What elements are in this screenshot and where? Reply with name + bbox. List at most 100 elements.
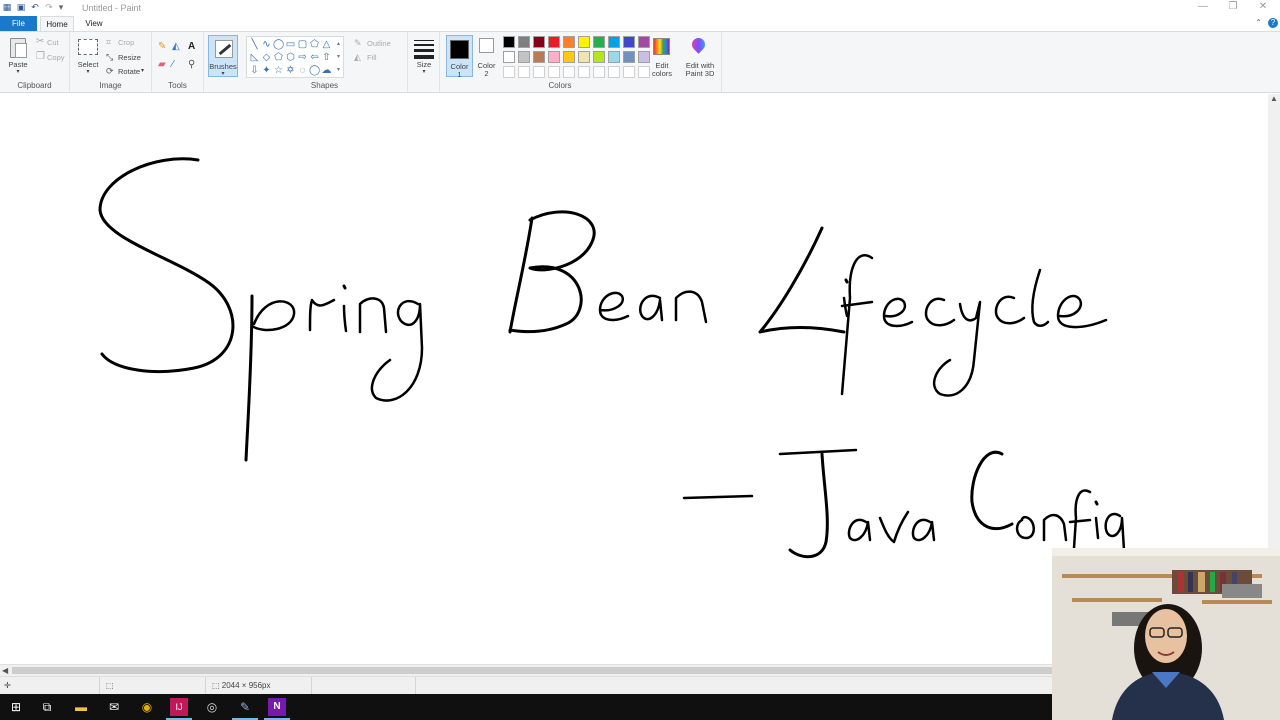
palette-swatch[interactable] (548, 66, 560, 78)
mail-icon[interactable]: ✉ (105, 698, 123, 716)
right-triangle-shape-icon[interactable]: ◺ (249, 52, 260, 63)
palette-swatch[interactable] (503, 36, 515, 48)
palette-swatch[interactable] (563, 51, 575, 63)
edit-colors-label-2[interactable]: colors (646, 69, 678, 78)
four-point-star-shape-icon[interactable]: ✦ (261, 65, 272, 76)
right-arrow-shape-icon[interactable]: ⇨ (297, 52, 308, 63)
five-point-star-shape-icon[interactable]: ☆ (273, 65, 284, 76)
line-shape-icon[interactable]: ╲ (249, 39, 260, 50)
oval-shape-icon[interactable]: ◯ (273, 39, 284, 50)
shapes-more-icon[interactable]: ▾ (333, 65, 344, 76)
rounded-callout-shape-icon[interactable]: ◌ (297, 65, 308, 76)
task-view-icon[interactable]: ⧉ (38, 698, 56, 716)
eraser-icon[interactable]: ▰ (158, 60, 166, 70)
palette-swatch[interactable] (518, 36, 530, 48)
crop-label[interactable]: Crop (118, 38, 134, 47)
intellij-icon[interactable]: IJ (166, 698, 192, 720)
color-picker-icon[interactable]: ⁄ (172, 60, 174, 70)
collapse-ribbon-icon[interactable]: ⌃ (1255, 18, 1262, 27)
close-button[interactable]: ✕ (1248, 1, 1278, 12)
fill-label[interactable]: Fill (367, 53, 377, 62)
maximize-button[interactable]: ❐ (1218, 1, 1248, 12)
rotate-label[interactable]: Rotate (118, 67, 140, 76)
left-arrow-shape-icon[interactable]: ⇦ (309, 52, 320, 63)
fill-bucket-icon[interactable]: ◭ (172, 42, 180, 52)
redo-icon[interactable]: ↷ (44, 2, 54, 12)
palette-swatch[interactable] (503, 51, 515, 63)
up-arrow-shape-icon[interactable]: ⇧ (321, 52, 332, 63)
tab-home[interactable]: Home (40, 16, 74, 32)
palette-swatch[interactable] (518, 66, 530, 78)
oval-callout-shape-icon[interactable]: ◯ (309, 65, 320, 76)
undo-icon[interactable]: ↶ (30, 2, 40, 12)
palette-swatch[interactable] (623, 66, 635, 78)
palette-swatch[interactable] (578, 36, 590, 48)
copy-label[interactable]: Copy (47, 53, 65, 62)
rotate-chevron-icon[interactable]: ▾ (141, 67, 144, 74)
scroll-up-icon[interactable]: ▲ (1270, 94, 1278, 103)
horizontal-scroll-thumb[interactable] (12, 667, 1052, 674)
paste-icon[interactable] (10, 38, 27, 58)
text-icon[interactable]: A (188, 42, 195, 52)
pentagon-shape-icon[interactable]: ⬠ (273, 52, 284, 63)
pencil-icon[interactable]: ✎ (158, 42, 166, 52)
paint-3d-icon[interactable] (691, 38, 707, 56)
palette-swatch[interactable] (503, 66, 515, 78)
palette-swatch[interactable] (548, 51, 560, 63)
file-explorer-icon[interactable]: ▬ (72, 698, 90, 716)
palette-swatch[interactable] (593, 66, 605, 78)
six-point-star-shape-icon[interactable]: ✡ (285, 65, 296, 76)
palette-swatch[interactable] (518, 51, 530, 63)
triangle-shape-icon[interactable]: △ (321, 39, 332, 50)
outline-label[interactable]: Outline (367, 39, 391, 48)
diamond-shape-icon[interactable]: ◇ (261, 52, 272, 63)
chrome-icon[interactable]: ◉ (138, 698, 156, 716)
customize-chevron-icon[interactable]: ▾ (58, 2, 64, 12)
paste-chevron-icon[interactable]: ▾ (4, 68, 32, 75)
cut-label[interactable]: Cut (47, 38, 59, 47)
palette-swatch[interactable] (578, 66, 590, 78)
rectangle-shape-icon[interactable]: ▭ (285, 39, 296, 50)
palette-swatch[interactable] (563, 66, 575, 78)
brushes-button[interactable]: Brushes ▾ (208, 35, 238, 77)
onenote-icon[interactable]: N (264, 698, 290, 720)
palette-swatch[interactable] (593, 51, 605, 63)
tab-file[interactable]: File (0, 16, 37, 32)
palette-swatch[interactable] (563, 36, 575, 48)
edit-paint3d-label-2[interactable]: Paint 3D (680, 69, 720, 78)
palette-swatch[interactable] (548, 36, 560, 48)
palette-swatch[interactable] (533, 66, 545, 78)
cloud-callout-shape-icon[interactable]: ☁ (321, 65, 332, 76)
scroll-left-icon[interactable]: ◀ (2, 666, 8, 675)
palette-swatch[interactable] (608, 51, 620, 63)
select-chevron-icon[interactable]: ▾ (73, 68, 103, 75)
minimize-button[interactable]: — (1188, 1, 1218, 12)
obs-icon[interactable]: ◎ (203, 698, 221, 716)
tab-view[interactable]: View (78, 16, 110, 32)
palette-swatch[interactable] (578, 51, 590, 63)
palette-swatch[interactable] (533, 51, 545, 63)
palette-swatch[interactable] (593, 36, 605, 48)
hexagon-shape-icon[interactable]: ⬡ (285, 52, 296, 63)
down-arrow-shape-icon[interactable]: ⇩ (249, 65, 260, 76)
shapes-scroll-up-icon[interactable]: ▴ (333, 39, 344, 50)
resize-label[interactable]: Resize (118, 53, 141, 62)
palette-swatch[interactable] (608, 36, 620, 48)
palette-swatch[interactable] (623, 51, 635, 63)
palette-swatch[interactable] (638, 36, 650, 48)
save-icon[interactable]: ▣ (16, 2, 26, 12)
windows-start-icon[interactable]: ⊞ (7, 698, 25, 716)
size-icon[interactable] (414, 40, 434, 62)
magnifier-icon[interactable]: ⚲ (188, 60, 195, 70)
polygon-shape-icon[interactable]: ⬠ (309, 39, 320, 50)
help-icon[interactable]: ? (1268, 18, 1278, 28)
size-chevron-icon[interactable]: ▾ (408, 68, 440, 75)
palette-swatch[interactable] (608, 66, 620, 78)
paint-icon[interactable]: ✎ (232, 698, 258, 720)
curve-shape-icon[interactable]: ∿ (261, 39, 272, 50)
palette-swatch[interactable] (623, 36, 635, 48)
select-icon[interactable] (78, 39, 98, 55)
rounded-rectangle-shape-icon[interactable]: ▢ (297, 39, 308, 50)
edit-colors-icon[interactable] (653, 38, 670, 55)
shapes-scroll-down-icon[interactable]: ▾ (333, 52, 344, 63)
